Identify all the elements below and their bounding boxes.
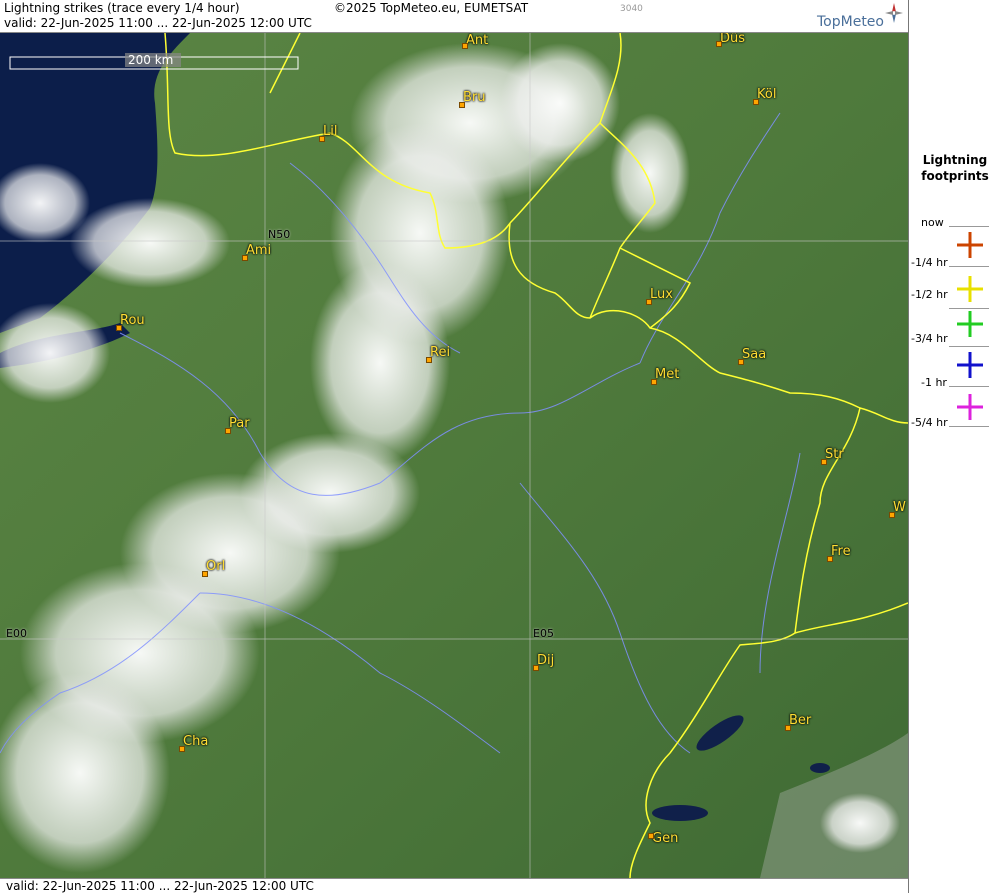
city-amiens: Ami xyxy=(242,243,271,261)
city-koln: Köl xyxy=(753,87,776,105)
city-geneva: Gen xyxy=(648,831,678,846)
satellite-map: 200 km N50 E00 E05 Ant Düs Bru Köl Lil A… xyxy=(0,33,908,878)
compass-icon xyxy=(885,3,903,23)
grid-label-n50: N50 xyxy=(268,228,291,241)
map-code: 3040 xyxy=(620,4,643,14)
city-saarbrucken: Saa xyxy=(738,347,766,365)
city-luxembourg: Lux xyxy=(646,287,673,305)
header-bar: Lightning strikes (trace every 1/4 hour)… xyxy=(0,0,908,33)
copyright: ©2025 TopMeteo.eu, EUMETSAT xyxy=(334,1,529,15)
lake-thun xyxy=(810,763,830,773)
legend-row-three-quarter: -3/4 hr xyxy=(909,332,1000,356)
legend-panel: Lightning footprints now -1/4 hr -1/2 hr… xyxy=(908,0,1000,893)
legend-crosses xyxy=(957,232,983,420)
city-paris: Par xyxy=(225,416,250,434)
grid-label-e05: E05 xyxy=(533,627,554,640)
city-metz: Met xyxy=(651,367,679,385)
footer-bar: valid: 22-Jun-2025 11:00 ... 22-Jun-2025… xyxy=(0,878,908,894)
city-dijon: Dij xyxy=(533,653,554,671)
city-dusseldorf: Düs xyxy=(716,33,745,47)
legend-row-five-quarter: -5/4 hr xyxy=(909,416,1000,436)
legend-row-one-hour: -1 hr xyxy=(909,376,1000,396)
valid-range: valid: 22-Jun-2025 11:00 ... 22-Jun-2025… xyxy=(4,16,312,30)
city-lille: Lil xyxy=(319,124,337,142)
lake-geneva xyxy=(652,805,708,821)
city-strasbourg: Str xyxy=(821,447,844,465)
footer-valid-range: valid: 22-Jun-2025 11:00 ... 22-Jun-2025… xyxy=(6,879,314,893)
scale-label: 200 km xyxy=(128,53,174,67)
city-rouen: Rou xyxy=(116,313,145,331)
city-chateauroux: Cha xyxy=(179,734,208,752)
city-orleans: Orl xyxy=(202,559,225,577)
legend-row-now: now xyxy=(909,216,1000,236)
city-reims: Rei xyxy=(426,345,450,363)
legend-title: Lightning footprints xyxy=(921,153,989,183)
legend-row-half: -1/2 hr xyxy=(909,288,1000,316)
city-freiburg: Fre xyxy=(827,544,851,562)
city-bern: Ber xyxy=(785,713,811,731)
map-title: Lightning strikes (trace every 1/4 hour) xyxy=(4,1,240,15)
city-w: W xyxy=(889,500,906,518)
city-brussels: Bru xyxy=(459,90,486,108)
legend-row-quarter: -1/4 hr xyxy=(909,256,1000,276)
city-antwerp: Ant xyxy=(462,33,488,49)
grid-label-e00: E00 xyxy=(6,627,27,640)
brand-logo: TopMeteo xyxy=(817,14,884,30)
